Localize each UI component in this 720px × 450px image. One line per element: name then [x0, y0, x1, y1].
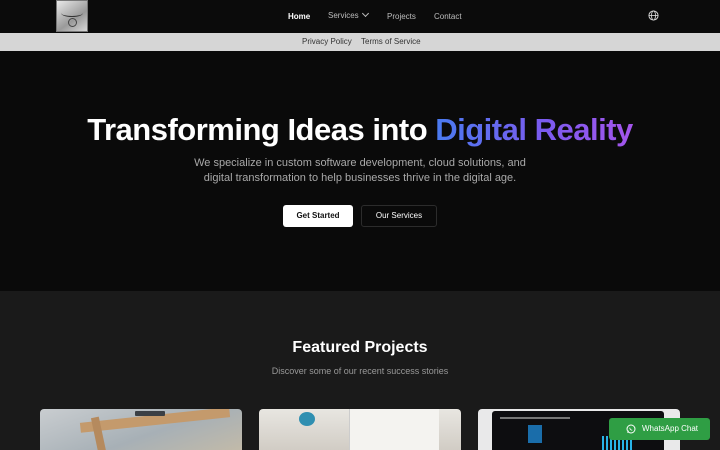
chevron-down-icon — [361, 9, 369, 18]
lab-coat-shape — [349, 409, 439, 450]
get-started-button[interactable]: Get Started — [283, 205, 353, 227]
whatsapp-icon — [626, 424, 636, 434]
hero-title-plain: Transforming Ideas into — [87, 112, 436, 147]
company-logo[interactable] — [56, 0, 88, 32]
project-card-workspace[interactable] — [40, 409, 242, 450]
top-navbar: Home Services Projects Contact — [0, 0, 720, 33]
featured-projects-title: Featured Projects — [292, 339, 428, 356]
whatsapp-chat-button[interactable]: WhatsApp Chat — [609, 418, 710, 440]
hero-title: Transforming Ideas into Digital Reality — [0, 112, 720, 148]
whatsapp-chat-label: WhatsApp Chat — [642, 424, 699, 433]
globe-icon[interactable] — [648, 10, 659, 21]
legal-subnav: Privacy Policy Terms of Service — [0, 33, 720, 51]
our-services-button[interactable]: Our Services — [361, 205, 437, 227]
terms-of-service-link[interactable]: Terms of Service — [361, 37, 421, 46]
hero-title-highlight: Digital Reality — [435, 112, 633, 147]
nav-home-link[interactable]: Home — [288, 12, 310, 21]
project-card-healthcare[interactable] — [259, 409, 461, 450]
hero-section: Transforming Ideas into Digital Reality … — [0, 51, 720, 291]
nav-projects-link[interactable]: Projects — [387, 12, 416, 21]
privacy-policy-link[interactable]: Privacy Policy — [302, 37, 352, 46]
dashboard-header-bar — [500, 417, 570, 419]
featured-projects-subtitle: Discover some of our recent success stor… — [271, 366, 449, 376]
nav-contact-link[interactable]: Contact — [434, 12, 462, 21]
hero-subtitle: We specialize in custom software develop… — [194, 157, 526, 184]
logo-script-mark — [61, 9, 83, 17]
keyboard-shape — [135, 411, 165, 416]
stethoscope-shape — [299, 412, 315, 426]
nav-services-dropdown[interactable]: Services — [328, 9, 369, 20]
logo-seal-mark — [68, 18, 77, 27]
nav-services-label: Services — [328, 11, 359, 20]
dashboard-chart-block — [528, 425, 542, 443]
